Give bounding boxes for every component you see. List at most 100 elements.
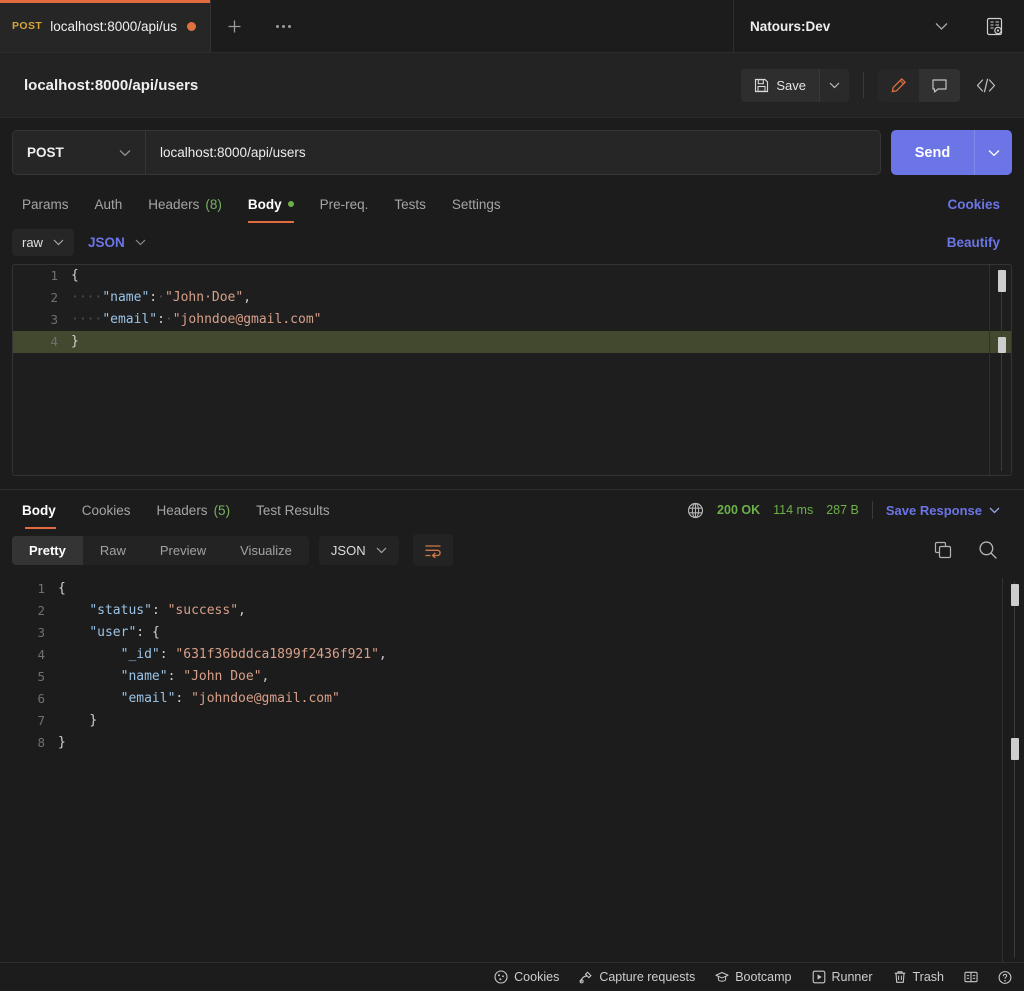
postman-app: POST localhost:8000/api/us Natours:Dev l… — [0, 0, 1024, 991]
response-body-viewer[interactable]: 1{2 "status": "success", 3 "user": {4 "_i… — [0, 574, 1024, 962]
response-tab-test-results[interactable]: Test Results — [243, 491, 343, 529]
code-line[interactable]: 3 "user": { — [0, 622, 1024, 644]
environment-name-label: Natours:Dev — [750, 18, 831, 34]
code-line[interactable]: 2 ····"name":·"John·Doe", — [13, 287, 1011, 309]
response-scrollbar[interactable] — [1002, 578, 1024, 962]
scrollbar-marker — [998, 270, 1006, 292]
line-number: 6 — [37, 691, 45, 706]
cookies-link[interactable]: Cookies — [947, 197, 1012, 212]
pencil-icon[interactable] — [878, 68, 919, 102]
code-line[interactable]: 8} — [0, 732, 1024, 754]
scrollbar-marker — [1011, 584, 1019, 606]
request-editor-scrollbar[interactable] — [989, 265, 1011, 475]
http-method-select[interactable]: POST — [13, 131, 146, 174]
environment-selector[interactable]: Natours:Dev — [734, 0, 964, 52]
request-header-bar: localhost:8000/api/users Save — [0, 53, 1024, 118]
comment-icon[interactable] — [919, 69, 960, 102]
bottom-bootcamp-button[interactable]: Bootcamp — [715, 970, 792, 984]
bottom-runner-button[interactable]: Runner — [812, 970, 873, 984]
bottom-item-label: Bootcamp — [735, 970, 792, 984]
tab-options-button[interactable] — [257, 0, 310, 52]
body-format-select[interactable]: JSON — [78, 229, 156, 256]
save-response-button[interactable]: Save Response — [886, 503, 1000, 518]
response-status: 200 OK — [717, 503, 761, 517]
satellite-icon — [579, 970, 593, 984]
search-icon[interactable] — [978, 540, 998, 560]
code-line-text: } — [58, 735, 66, 750]
bottom-cookies-button[interactable]: Cookies — [494, 970, 559, 984]
line-number: 4 — [37, 647, 45, 662]
http-method-label: POST — [27, 145, 64, 160]
response-format-select[interactable]: JSON — [318, 535, 399, 565]
request-body-code[interactable]: 1{2 ····"name":·"John·Doe", 3 ····"email":·… — [13, 265, 1011, 353]
bottom-capture-requests-button[interactable]: Capture requests — [579, 970, 695, 984]
request-tab-auth[interactable]: Auth — [82, 185, 136, 223]
bottom-status-bar: Cookies Capture requests Bootcamp Runner… — [0, 962, 1024, 991]
body-controls: raw JSON Beautify — [0, 223, 1024, 264]
save-button[interactable]: Save — [741, 68, 819, 102]
url-input[interactable]: localhost:8000/api/users — [146, 131, 880, 174]
response-tab-headers[interactable]: Headers (5) — [144, 491, 244, 529]
beautify-link[interactable]: Beautify — [947, 235, 1012, 250]
chevron-down-icon — [119, 149, 131, 157]
environment-quick-look-icon[interactable] — [964, 0, 1024, 52]
request-body-editor[interactable]: 1{2 ····"name":·"John·Doe", 3 ····"email":·… — [12, 264, 1012, 476]
request-tab-post-localhost[interactable]: POST localhost:8000/api/us — [0, 0, 212, 52]
request-tab-body[interactable]: Body — [235, 185, 307, 223]
code-line[interactable]: 2 "status": "success", — [0, 600, 1024, 622]
code-line-text: ····"email":·"johndoe@gmail.com" — [71, 312, 322, 327]
line-number: 4 — [50, 334, 58, 349]
line-number: 2 — [37, 603, 45, 618]
globe-icon[interactable] — [687, 502, 704, 519]
response-view-pretty[interactable]: Pretty — [12, 535, 83, 565]
code-line-text: "name": "John Doe", — [120, 669, 270, 684]
request-tab-label: Params — [22, 196, 69, 212]
code-line-text: { — [71, 268, 79, 283]
response-pane: Body Cookies Headers (5) Test Results 20… — [0, 489, 1024, 962]
response-view-raw[interactable]: Raw — [83, 536, 143, 565]
code-line-text: "user": { — [89, 625, 160, 640]
send-options-button[interactable] — [974, 130, 1012, 175]
request-tab-params[interactable]: Params — [12, 185, 82, 223]
bottom-help-button[interactable] — [998, 970, 1012, 984]
request-tab-tests[interactable]: Tests — [381, 185, 439, 223]
request-tab-settings[interactable]: Settings — [439, 185, 514, 223]
word-wrap-icon[interactable] — [412, 534, 453, 566]
code-line[interactable]: 4} — [13, 331, 1011, 353]
code-line-text: } — [71, 334, 79, 349]
response-tab-cookies[interactable]: Cookies — [69, 491, 144, 529]
send-button-group: Send — [891, 130, 1012, 175]
request-pane: POST localhost:8000/api/users Send Param… — [0, 118, 1024, 962]
bottom-layout-button[interactable] — [964, 970, 978, 984]
bottom-trash-button[interactable]: Trash — [893, 970, 944, 984]
code-line[interactable]: 4 "_id": "631f36bddca1899f2436f921", — [0, 644, 1024, 666]
copy-icon[interactable] — [934, 541, 952, 559]
code-line[interactable]: 1{ — [0, 578, 1024, 600]
code-line[interactable]: 1{ — [13, 265, 1011, 287]
code-brackets-icon[interactable] — [960, 78, 1012, 93]
graduation-cap-icon — [715, 970, 729, 984]
response-tabs: Body Cookies Headers (5) Test Results 20… — [0, 490, 1024, 530]
request-tab-label: Headers — [148, 196, 200, 212]
code-line[interactable]: 3 ····"email":·"johndoe@gmail.com" — [13, 309, 1011, 331]
request-tab-prerequest[interactable]: Pre-req. — [307, 185, 382, 223]
code-line[interactable]: 6 "email": "johndoe@gmail.com" — [0, 688, 1024, 710]
response-view-preview[interactable]: Preview — [143, 536, 223, 565]
line-number: 3 — [37, 625, 45, 640]
code-line[interactable]: 7 } — [0, 710, 1024, 732]
send-button[interactable]: Send — [891, 130, 974, 175]
new-tab-button[interactable] — [211, 0, 258, 52]
view-toggle-group — [878, 68, 960, 102]
scrollbar-track — [1014, 582, 1015, 958]
request-tab-label: Pre-req. — [319, 196, 369, 212]
body-mode-select[interactable]: raw — [12, 229, 74, 256]
save-button-group: Save — [741, 68, 849, 102]
response-tab-body[interactable]: Body — [12, 491, 69, 529]
save-options-button[interactable] — [819, 68, 849, 102]
response-body-code[interactable]: 1{2 "status": "success", 3 "user": {4 "_i… — [0, 574, 1024, 754]
response-view-visualize[interactable]: Visualize — [223, 536, 309, 565]
request-tab-headers[interactable]: Headers (8) — [135, 185, 235, 223]
line-number: 8 — [37, 735, 45, 750]
meta-divider — [871, 501, 873, 519]
code-line[interactable]: 5 "name": "John Doe", — [0, 666, 1024, 688]
